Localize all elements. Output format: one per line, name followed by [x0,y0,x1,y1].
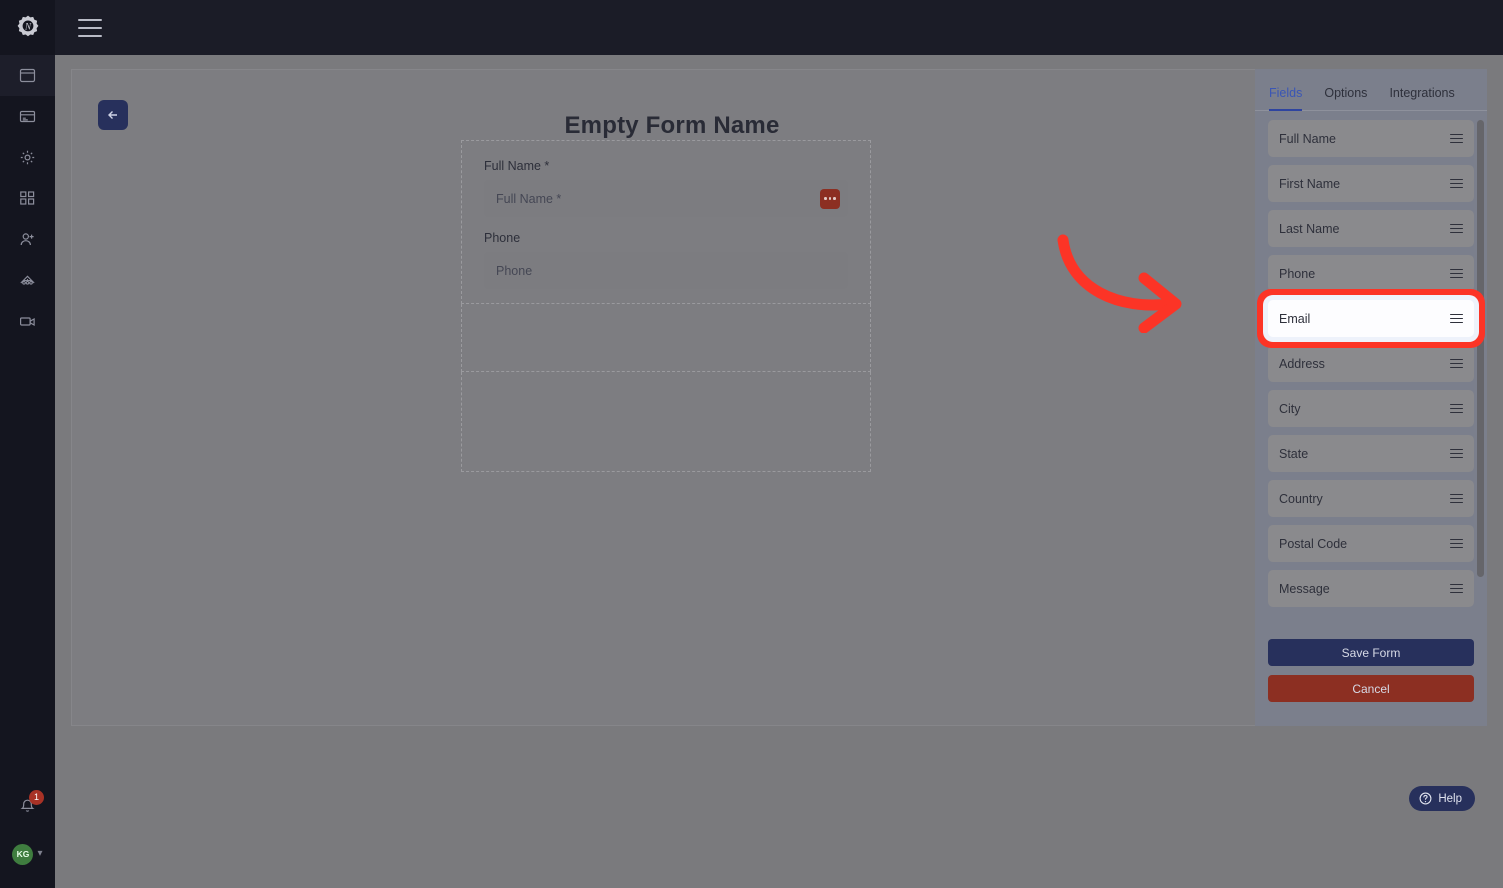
ellipsis-icon [833,197,836,200]
field-item-label: Postal Code [1279,536,1348,551]
drag-handle-icon[interactable] [1450,268,1463,279]
sidebar-item-card-list[interactable] [0,96,55,137]
stage: Empty Form Name Full Name * Full Name * [55,55,1503,888]
sidebar-item-settings[interactable] [0,137,55,178]
gear-n-logo-icon: N [17,15,38,36]
network-hierarchy-icon [20,275,35,285]
drag-handle-icon[interactable] [1450,448,1463,459]
form-dropzone-empty-2[interactable] [461,372,871,472]
panel-actions: Save Form Cancel [1255,627,1487,702]
full-name-input[interactable]: Full Name * [484,180,848,217]
video-camera-icon [20,317,35,327]
sidebar-item-video[interactable] [0,301,55,342]
field-item-state[interactable]: State [1268,435,1474,472]
svg-text:N: N [23,21,31,31]
question-circle-icon [1419,792,1432,805]
sidebar-item-widgets[interactable] [0,178,55,219]
ellipsis-icon [828,197,832,200]
hamburger-line [78,26,102,29]
top-bar [55,0,1503,55]
chevron-down-icon: ▾ [37,848,43,859]
form-field-full-name[interactable]: Full Name * Full Name * [484,159,848,217]
field-item-label: Phone [1279,266,1316,281]
form-canvas: Full Name * Full Name * Phone Phone [461,140,871,472]
field-item-phone[interactable]: Phone [1268,255,1474,292]
field-item-postal-code[interactable]: Postal Code [1268,525,1474,562]
phone-input[interactable]: Phone [484,252,848,289]
scrollbar-thumb[interactable] [1477,120,1484,577]
field-item-email[interactable]: Email [1268,300,1474,337]
drag-handle-icon[interactable] [1450,223,1463,234]
sidebar-bottom: 1 KG ▾ [0,780,55,888]
gear-icon [20,150,35,165]
app-root: N 1 KG ▾ Empty Form Name Full Name * Ful… [0,0,1503,888]
field-list-scrollbar[interactable] [1477,120,1484,622]
drag-handle-icon[interactable] [1450,583,1463,594]
drag-handle-icon[interactable] [1450,538,1463,549]
field-item-label: City [1279,401,1301,416]
field-item-last-name[interactable]: Last Name [1268,210,1474,247]
field-item-label: First Name [1279,176,1341,191]
field-item-city[interactable]: City [1268,390,1474,427]
panel-tabs: Fields Options Integrations [1255,69,1487,111]
sidebar-item-window[interactable] [0,55,55,96]
ellipsis-icon [824,197,827,200]
sidebar-nav [0,55,55,342]
field-item-label: Address [1279,356,1325,371]
drag-handle-icon[interactable] [1450,133,1463,144]
field-item-message[interactable]: Message [1268,570,1474,607]
drag-handle-icon[interactable] [1450,493,1463,504]
widgets-icon [20,191,35,205]
field-item-country[interactable]: Country [1268,480,1474,517]
window-icon [19,68,36,83]
input-placeholder: Full Name * [496,191,562,206]
notifications-button[interactable]: 1 [0,780,55,832]
form-field-phone[interactable]: Phone Phone [484,231,848,289]
drag-handle-icon[interactable] [1450,403,1463,414]
cancel-button[interactable]: Cancel [1268,675,1474,702]
card-list-icon [19,110,36,123]
field-label: Full Name * [484,159,550,173]
field-item-label: Message [1279,581,1330,596]
drag-handle-icon[interactable] [1450,313,1463,324]
field-list: Full Name First Name Last Name Phone Ema… [1255,111,1487,627]
tab-options[interactable]: Options [1324,86,1367,111]
help-button[interactable]: Help [1409,786,1475,811]
user-menu[interactable]: KG ▾ [0,832,55,876]
hamburger-line [78,18,102,21]
hamburger-line [78,34,102,37]
save-form-button[interactable]: Save Form [1268,639,1474,666]
field-item-label: State [1279,446,1309,461]
field-item-label: Full Name [1279,131,1336,146]
help-label: Help [1438,792,1462,805]
field-item-address[interactable]: Address [1268,345,1474,382]
form-dropzone-filled[interactable]: Full Name * Full Name * Phone Phone [461,140,871,304]
tab-integrations[interactable]: Integrations [1389,86,1454,111]
notification-badge: 1 [29,790,44,805]
sidebar-item-network[interactable] [0,260,55,301]
right-panel: Fields Options Integrations Full Name Fi… [1255,69,1487,726]
field-label: Phone [484,231,521,245]
drag-handle-icon[interactable] [1450,358,1463,369]
field-options-button[interactable] [820,188,840,209]
avatar: KG [12,843,34,865]
field-item-label: Country [1279,491,1323,506]
drag-handle-icon[interactable] [1450,178,1463,189]
form-dropzone-empty-1[interactable] [461,304,871,372]
field-item-label: Email [1279,311,1311,326]
page-title: Empty Form Name [564,112,780,139]
add-user-icon [20,233,34,246]
left-sidebar: N 1 KG ▾ [0,0,55,888]
input-placeholder: Phone [496,263,533,278]
hamburger-menu-icon[interactable] [78,18,102,37]
field-item-first-name[interactable]: First Name [1268,165,1474,202]
field-item-label: Last Name [1279,221,1340,236]
sidebar-item-add-user[interactable] [0,219,55,260]
field-item-full-name[interactable]: Full Name [1268,120,1474,157]
app-logo[interactable]: N [0,0,55,55]
tab-fields[interactable]: Fields [1269,86,1303,111]
